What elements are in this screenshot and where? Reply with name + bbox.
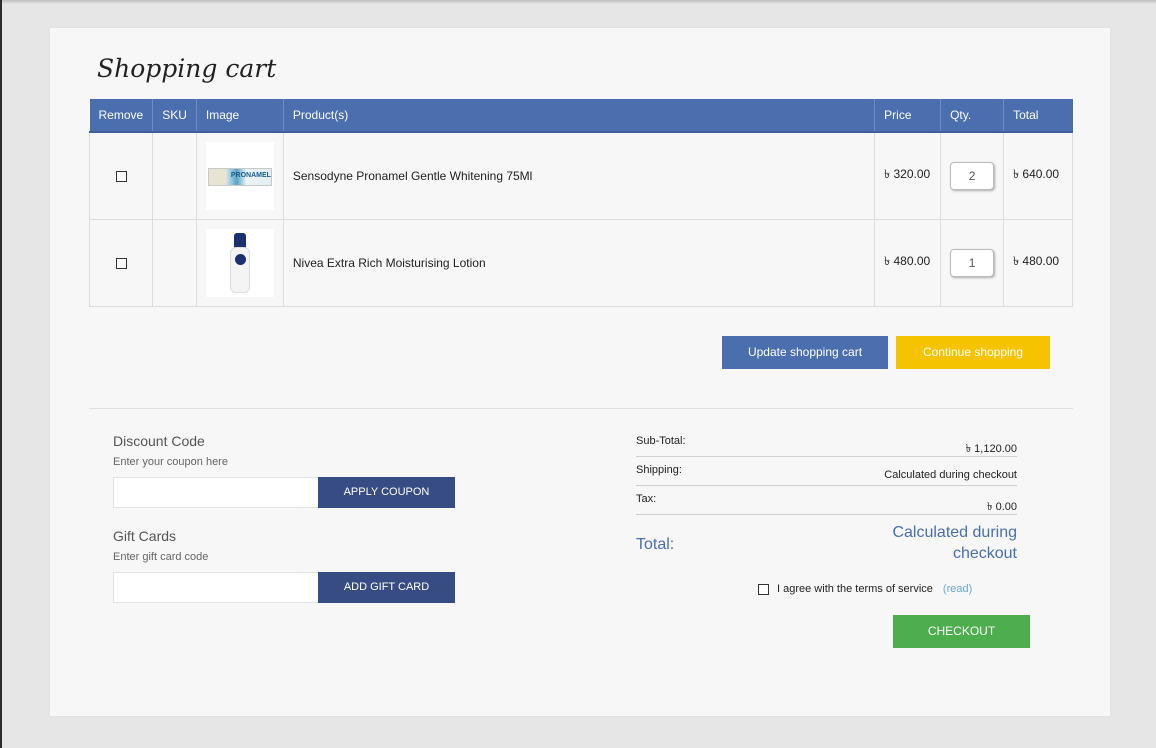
- cart-table: Remove SKU Image Product(s) Price Qty. T…: [88, 99, 1073, 307]
- section-divider: [89, 408, 1073, 409]
- discount-title: Discount Code: [113, 433, 205, 449]
- gift-card-title: Gift Cards: [113, 528, 177, 544]
- coupon-input[interactable]: [113, 477, 319, 508]
- remove-checkbox[interactable]: [115, 257, 127, 269]
- remove-checkbox[interactable]: [115, 171, 127, 183]
- qty-cell: 1: [940, 218, 1005, 307]
- shipping-value: Calculated during checkout: [884, 469, 1017, 481]
- column-header-total: Total: [1003, 99, 1073, 133]
- gift-card-input[interactable]: [113, 572, 319, 603]
- total-row: Total: Calculated during checkout: [636, 515, 1017, 565]
- cart-panel: Shopping cart Remove SKU Image Product(s…: [49, 27, 1111, 717]
- terms-agreement: I agree with the terms of service (read): [758, 583, 972, 595]
- terms-label: I agree with the terms of service: [777, 583, 933, 595]
- window-edge: [0, 0, 2, 748]
- price-cell: ৳ 480.00: [874, 218, 942, 307]
- qty-cell: 2: [940, 131, 1005, 220]
- checkout-button[interactable]: CHECKOUT: [893, 615, 1030, 648]
- update-cart-button[interactable]: Update shopping cart: [722, 336, 888, 369]
- sku-cell: [152, 131, 197, 220]
- apply-coupon-button[interactable]: APPLY COUPON: [318, 477, 455, 508]
- terms-checkbox[interactable]: [758, 583, 769, 595]
- column-header-product: Product(s): [283, 99, 876, 133]
- page-title: Shopping cart: [97, 54, 277, 83]
- total-cell: ৳ 640.00: [1003, 131, 1073, 220]
- table-header-row: Remove SKU Image Product(s) Price Qty. T…: [89, 99, 1073, 133]
- remove-cell: [88, 218, 154, 307]
- price-cell: ৳ 320.00: [874, 131, 942, 220]
- top-shadow: [0, 0, 1156, 4]
- add-gift-card-button[interactable]: ADD GIFT CARD: [318, 572, 455, 603]
- product-image[interactable]: PRONAMEL: [205, 141, 274, 210]
- continue-shopping-button[interactable]: Continue shopping: [896, 336, 1050, 369]
- column-header-price: Price: [874, 99, 942, 133]
- qty-input[interactable]: 2: [950, 161, 995, 190]
- total-label: Total:: [636, 536, 675, 553]
- brand-logo-icon: [234, 253, 246, 265]
- product-image[interactable]: [205, 228, 274, 297]
- order-totals: Sub-Total: ৳ 1,120.00 Shipping: Calculat…: [636, 428, 1017, 565]
- discount-hint: Enter your coupon here: [113, 456, 228, 468]
- terms-read-link[interactable]: (read): [943, 583, 972, 595]
- column-header-sku: SKU: [152, 99, 197, 133]
- tax-row: Tax: ৳ 0.00: [636, 486, 1017, 515]
- column-header-qty: Qty.: [940, 99, 1005, 133]
- remove-cell: [88, 131, 154, 220]
- qty-input[interactable]: 1: [950, 248, 995, 277]
- lotion-bottle-image: [229, 246, 250, 293]
- shipping-label: Shipping:: [636, 464, 682, 476]
- subtotal-row: Sub-Total: ৳ 1,120.00: [636, 428, 1017, 457]
- sku-cell: [152, 218, 197, 307]
- table-row: PRONAMEL Sensodyne Pronamel Gentle White…: [88, 131, 1073, 220]
- image-cell: [195, 218, 284, 307]
- column-header-remove: Remove: [89, 99, 154, 133]
- product-name[interactable]: Nivea Extra Rich Moisturising Lotion: [282, 218, 876, 307]
- shipping-row: Shipping: Calculated during checkout: [636, 457, 1017, 486]
- image-cell: PRONAMEL: [195, 131, 284, 220]
- total-cell: ৳ 480.00: [1003, 218, 1073, 307]
- product-name[interactable]: Sensodyne Pronamel Gentle Whitening 75Ml: [282, 131, 876, 220]
- gift-card-hint: Enter gift card code: [113, 551, 209, 563]
- column-header-image: Image: [196, 99, 284, 133]
- toothpaste-tube-image: PRONAMEL: [207, 167, 272, 186]
- tax-label: Tax:: [636, 493, 657, 505]
- subtotal-label: Sub-Total:: [636, 435, 686, 447]
- table-row: Nivea Extra Rich Moisturising Lotion ৳ 4…: [88, 218, 1073, 307]
- total-value: Calculated during checkout: [892, 524, 1017, 562]
